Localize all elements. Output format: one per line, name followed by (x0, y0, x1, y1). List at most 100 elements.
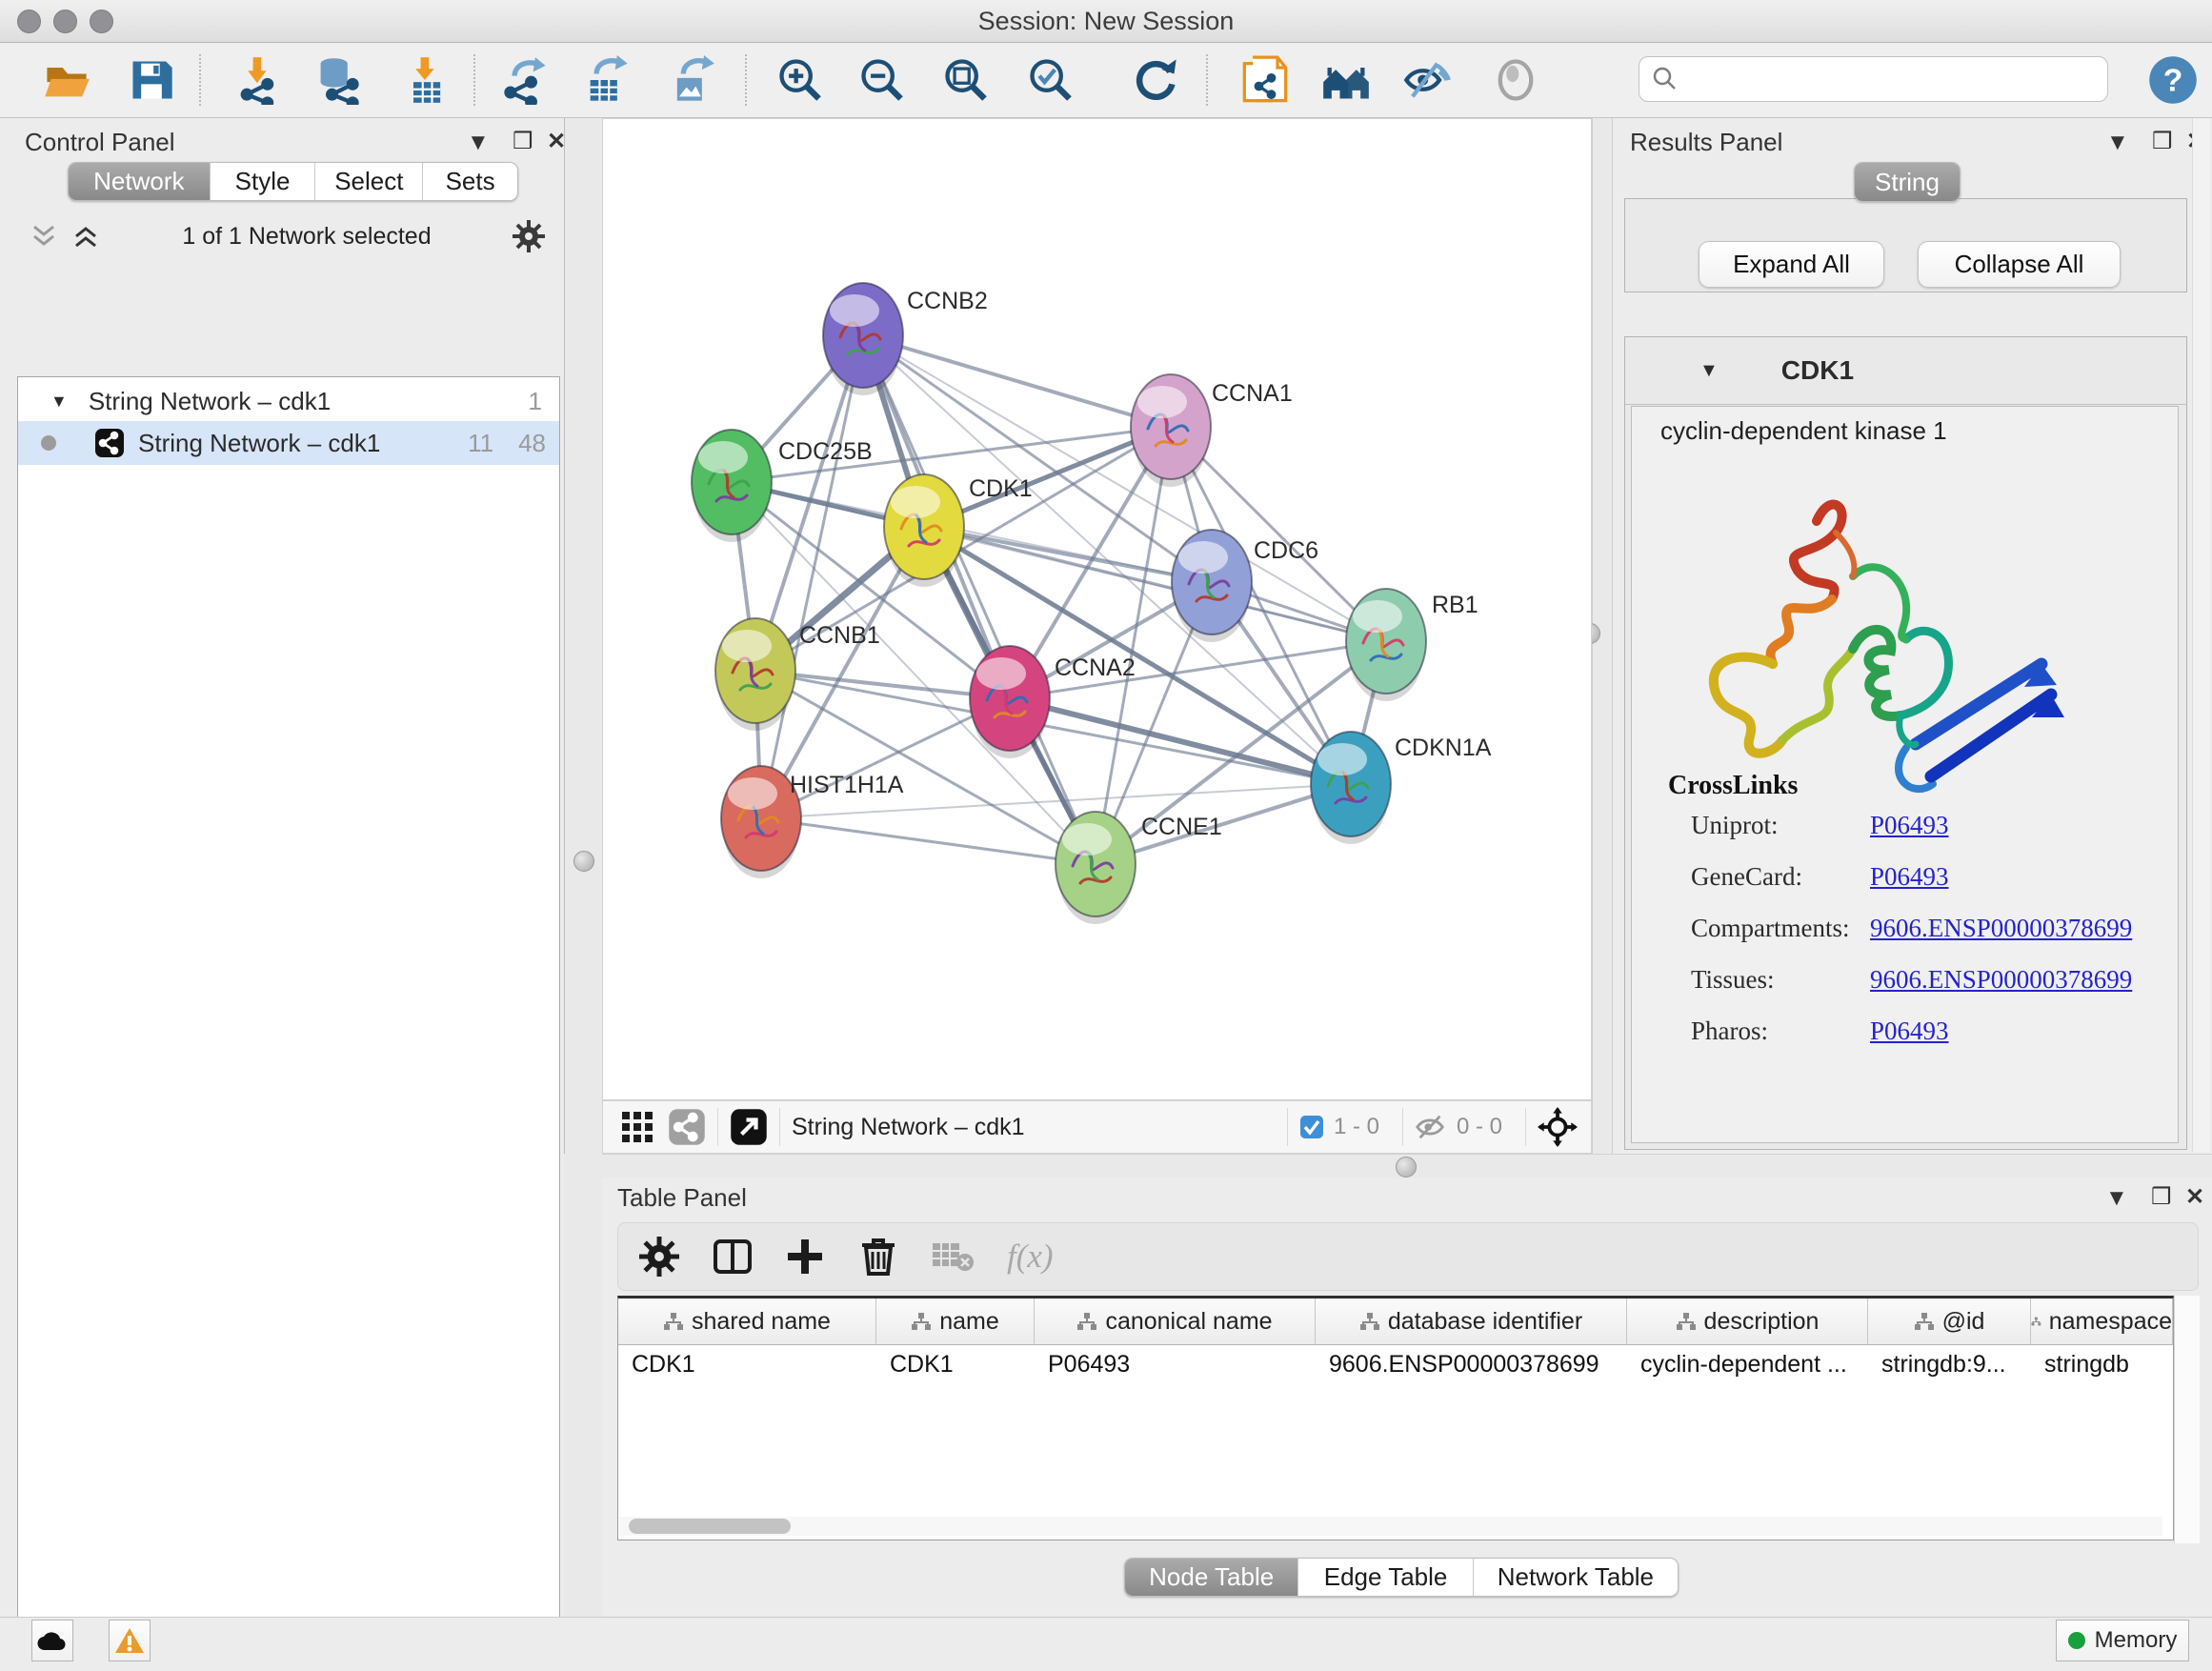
network-node[interactable]: CCNA1 (1131, 374, 1293, 487)
export-network-icon[interactable] (498, 53, 552, 107)
column-header[interactable]: namespace (2031, 1299, 2173, 1344)
import-table-icon[interactable] (399, 53, 452, 107)
crosslink-link[interactable]: P06493 (1870, 811, 1949, 840)
column-header[interactable]: @id (1868, 1299, 2031, 1344)
collapse-all-button[interactable]: Collapse All (1918, 241, 2121, 288)
zoom-selected-icon[interactable] (1024, 53, 1077, 107)
hidden-eye-slash-icon[interactable] (1415, 1114, 1447, 1140)
home-icon[interactable] (1319, 53, 1373, 107)
panel-menu-icon[interactable]: ▼ (2105, 1185, 2128, 1212)
crosslink-link[interactable]: 9606.ENSP00000378699 (1870, 914, 2132, 943)
save-session-icon[interactable] (125, 53, 178, 107)
table-cell[interactable]: CDK1 (618, 1345, 876, 1383)
clone-network-icon[interactable] (1238, 53, 1292, 107)
right-split-divider[interactable] (1592, 118, 1613, 1154)
network-edge[interactable] (761, 335, 863, 818)
tab-select[interactable]: Select (314, 163, 422, 200)
control-panel: Control Panel ▼ ❒ ✕ Network Style Select… (0, 118, 564, 1617)
column-header[interactable]: name (876, 1299, 1035, 1344)
birdseye-grid-icon[interactable] (620, 1110, 654, 1144)
show-all-icon[interactable] (1489, 53, 1542, 107)
export-table-icon[interactable] (580, 53, 633, 107)
tab-sets[interactable]: Sets (422, 163, 517, 200)
tab-edge-table[interactable]: Edge Table (1297, 1559, 1472, 1596)
network-node[interactable]: CDC25B (692, 430, 873, 542)
column-header[interactable]: description (1627, 1299, 1868, 1344)
expand-all-icon[interactable] (72, 223, 101, 250)
table-cell[interactable]: cyclin-dependent ... (1627, 1345, 1868, 1383)
network-edge[interactable] (863, 335, 1171, 427)
crosslink-link[interactable]: P06493 (1870, 862, 1949, 892)
network-collection-row[interactable]: ▼ String Network – cdk1 1 (18, 383, 559, 419)
export-image-icon[interactable] (665, 53, 718, 107)
panel-float-icon[interactable]: ❒ (513, 128, 533, 155)
search-input[interactable] (1639, 56, 2108, 102)
tab-network-table[interactable]: Network Table (1473, 1559, 1678, 1596)
open-session-icon[interactable] (40, 53, 93, 107)
expand-all-button[interactable]: Expand All (1699, 241, 1884, 288)
table-hscroll-thumb[interactable] (629, 1519, 791, 1534)
crosslink-link[interactable]: P06493 (1870, 1017, 1949, 1046)
tab-string[interactable]: String (1855, 163, 1960, 201)
detach-view-icon[interactable] (730, 1108, 768, 1146)
refresh-icon[interactable] (1129, 53, 1182, 107)
result-entry-header[interactable]: ▼ CDK1 (1625, 337, 2186, 405)
left-split-divider[interactable] (564, 118, 604, 1154)
column-header[interactable]: database identifier (1316, 1299, 1627, 1344)
table-cell[interactable]: P06493 (1035, 1345, 1316, 1383)
help-icon[interactable]: ? (2146, 53, 2200, 107)
add-column-icon[interactable] (784, 1236, 826, 1278)
panel-close-icon[interactable]: ✕ (2185, 1183, 2204, 1211)
zoom-in-icon[interactable] (774, 53, 827, 107)
network-graph[interactable]: CCNB2CCNA1CDC25BCDK1CDC6RB1CCNB1CCNA2CDK… (603, 119, 1591, 1099)
warnings-button[interactable] (109, 1620, 151, 1661)
tab-node-table[interactable]: Node Table (1125, 1559, 1297, 1596)
entry-collapse-icon[interactable]: ▼ (1699, 360, 1719, 382)
crosslink-link[interactable]: 9606.ENSP00000378699 (1870, 965, 2132, 995)
delete-column-icon[interactable] (858, 1236, 898, 1278)
column-header[interactable]: shared name (618, 1299, 876, 1344)
panel-menu-icon[interactable]: ▼ (467, 130, 490, 156)
import-network-database-icon[interactable] (312, 53, 365, 107)
selected-checkbox-icon[interactable] (1299, 1115, 1324, 1139)
results-scrollbar[interactable] (2192, 118, 2210, 1152)
column-header[interactable]: canonical name (1035, 1299, 1316, 1344)
import-network-file-icon[interactable] (231, 53, 285, 107)
table-cell[interactable]: 9606.ENSP00000378699 (1316, 1345, 1627, 1383)
cloud-button[interactable] (31, 1620, 73, 1661)
table-cell[interactable]: CDK1 (876, 1345, 1035, 1383)
tab-style[interactable]: Style (210, 163, 315, 200)
hide-selected-icon[interactable] (1400, 53, 1454, 107)
table-vscrollbar[interactable] (2174, 1296, 2200, 1543)
gear-icon[interactable] (513, 220, 545, 252)
show-columns-icon[interactable] (712, 1236, 754, 1278)
network-badge-icon[interactable] (668, 1108, 706, 1146)
network-node[interactable]: CDKN1A (1311, 732, 1492, 844)
horizontal-divider-knob[interactable] (1396, 1157, 1417, 1178)
zoom-out-icon[interactable] (855, 53, 909, 107)
left-divider-knob[interactable] (573, 851, 594, 872)
panel-float-icon[interactable]: ❒ (2152, 128, 2173, 155)
memory-button[interactable]: Memory (2056, 1620, 2189, 1661)
network-node[interactable]: RB1 (1346, 589, 1478, 701)
tab-network[interactable]: Network (69, 163, 210, 200)
collapse-all-icon[interactable] (30, 223, 59, 250)
table-settings-gear-icon[interactable] (639, 1237, 679, 1277)
table-hscrollbar[interactable] (619, 1517, 2162, 1536)
network-row-selected[interactable]: String Network – cdk1 11 48 (18, 421, 559, 465)
network-node[interactable]: CDC6 (1172, 530, 1318, 642)
panel-menu-icon[interactable]: ▼ (2106, 130, 2129, 156)
zoom-fit-icon[interactable] (939, 53, 993, 107)
network-edge[interactable] (761, 818, 1096, 864)
horizontal-split-divider[interactable] (602, 1154, 2212, 1178)
network-node[interactable]: CCNB2 (823, 283, 988, 395)
panel-float-icon[interactable]: ❒ (2151, 1183, 2172, 1211)
table-cell[interactable]: stringdb (2031, 1345, 2173, 1383)
network-node[interactable]: HIST1H1A (721, 766, 904, 878)
network-node[interactable]: CCNA2 (970, 646, 1136, 758)
pan-crosshair-icon[interactable] (1538, 1107, 1578, 1147)
table-row[interactable]: CDK1CDK1P064939606.ENSP00000378699cyclin… (618, 1345, 2173, 1383)
table-cell[interactable]: stringdb:9... (1868, 1345, 2031, 1383)
tree-expand-icon[interactable]: ▼ (50, 392, 68, 412)
network-canvas[interactable]: CCNB2CCNA1CDC25BCDK1CDC6RB1CCNB1CCNA2CDK… (602, 118, 1592, 1100)
